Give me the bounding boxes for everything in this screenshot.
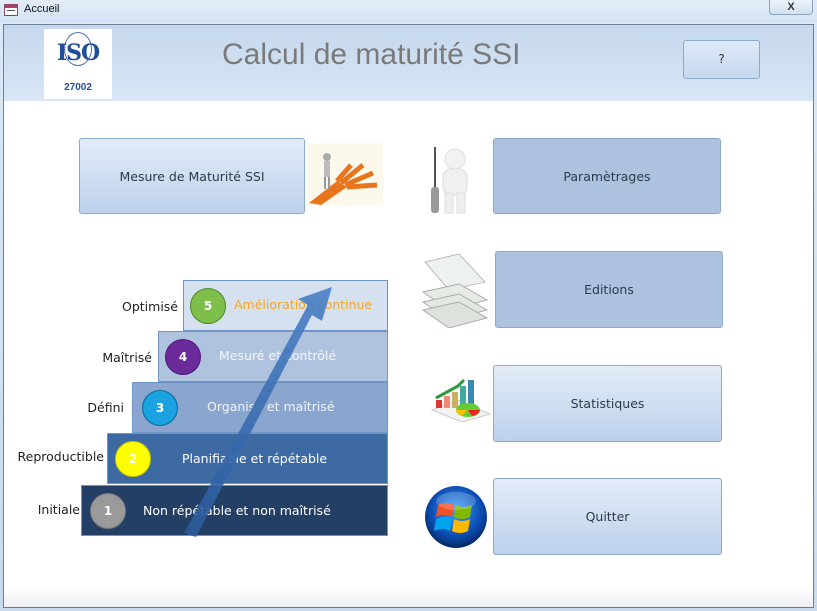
page-title: Calcul de maturité SSI: [222, 38, 521, 71]
statistiques-label: Statistiques: [570, 396, 645, 411]
form-footer: [4, 587, 813, 607]
editions-button[interactable]: Editions: [495, 251, 723, 328]
windows-logo-icon: [425, 486, 487, 548]
title-bar: Accueil: [0, 0, 817, 22]
help-button[interactable]: ?: [683, 40, 760, 79]
iso-logo-text: ISO: [56, 40, 100, 66]
form-header: ISO 27002 Calcul de maturité SSI ?: [4, 25, 813, 101]
charts-icon: [430, 378, 492, 422]
statistiques-button[interactable]: Statistiques: [493, 365, 722, 442]
main-form: ISO 27002 Calcul de maturité SSI ? Mesur…: [3, 24, 814, 608]
iso-logo: ISO 27002: [44, 29, 112, 99]
maturity-staircase: Optimisé 5 Amélioration continue Maîtris…: [4, 275, 404, 545]
mesure-maturite-label: Mesure de Maturité SSI: [119, 168, 265, 184]
window-title: Accueil: [24, 3, 60, 15]
person-tool-icon: [431, 147, 468, 214]
close-button[interactable]: X: [769, 0, 813, 15]
quitter-button[interactable]: Quitter: [493, 478, 722, 555]
editions-label: Editions: [584, 282, 634, 297]
progress-arrow-icon: [184, 287, 332, 537]
parametrages-label: Paramètrages: [563, 168, 651, 184]
iso-logo-number: 27002: [64, 82, 92, 93]
quitter-label: Quitter: [585, 509, 630, 524]
paper-stack-icon: [421, 253, 489, 328]
person-crossroads-icon: [307, 143, 383, 205]
parametrages-button[interactable]: Paramètrages: [493, 138, 721, 214]
form-icon: [4, 4, 18, 16]
mesure-maturite-button[interactable]: Mesure de Maturité SSI: [79, 138, 305, 214]
